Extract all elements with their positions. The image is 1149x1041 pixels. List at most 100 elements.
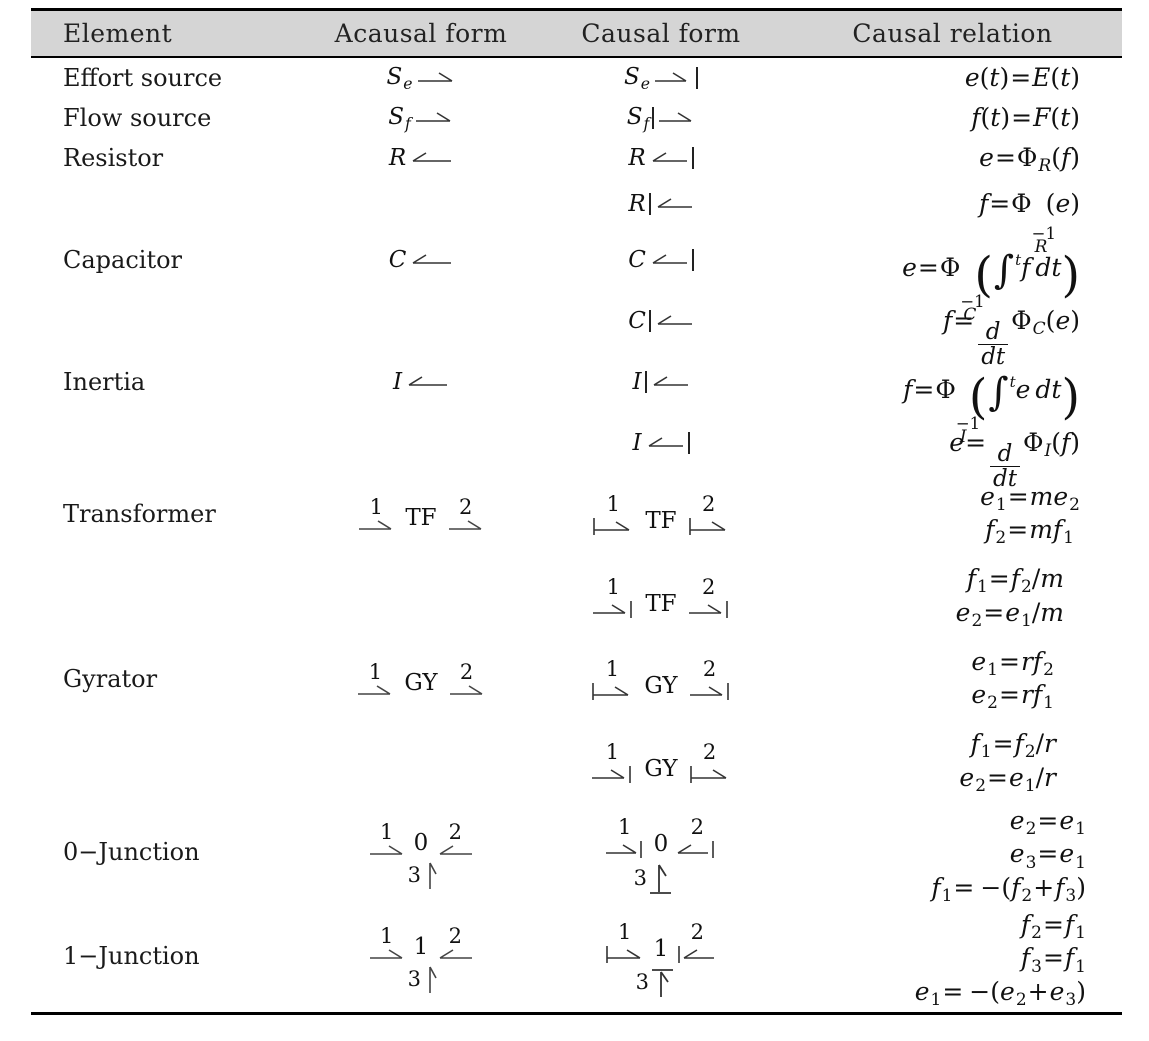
causal-form-cell: 1 TF 2: [539, 474, 783, 556]
bond-glyph-c-causal-f: C: [628, 308, 694, 334]
bond-glyph-gy-causal-2: 1 GY 2: [590, 739, 731, 784]
port-2: 2: [676, 817, 718, 859]
relation-line: e1= −(e2+e3): [914, 976, 1086, 1011]
relation-line: f=Φ I −1 (∫te dt): [903, 369, 1080, 447]
causal-form-cell: Se: [539, 58, 783, 98]
row-label: 0−Junction: [63, 838, 200, 866]
causal-form-cell: 1 0 2 3: [539, 804, 783, 908]
table-header-row: Element Acausal form Causal form Causal …: [31, 11, 1122, 56]
port-number: 1: [617, 920, 632, 944]
row-label: Gyrator: [63, 665, 158, 693]
left-harpoon-icon: [657, 198, 692, 208]
row-label-empty: [31, 556, 303, 639]
bar-right-harpoon-icon: [592, 683, 629, 700]
relation-line: e2=e1/r: [959, 762, 1056, 796]
port-1: 1: [590, 741, 634, 784]
bond-glyph-c-acausal: C: [389, 247, 454, 273]
port-2: 2: [447, 497, 485, 533]
port-number: 1: [369, 495, 384, 519]
port-number: 2: [448, 924, 462, 948]
row-label: Inertia: [63, 368, 146, 396]
port-1: 1: [368, 926, 406, 962]
port-number: 2: [701, 492, 716, 516]
row-label-empty: [31, 721, 303, 804]
table-row: Gyrator 1 GY 2 1 GY 2 e1=rf2 e2=rf1: [31, 639, 1122, 721]
element-name: 1: [413, 934, 429, 960]
acausal-form-cell-empty: [303, 178, 539, 230]
row-label: Flow source: [63, 104, 212, 132]
port-number: 1: [379, 924, 394, 948]
up-harpoon-bar-bottom-icon: [650, 864, 672, 894]
row-label: Capacitor: [63, 246, 183, 274]
causal-form-cell: Sf: [539, 98, 783, 138]
right-harpoon-icon: [448, 520, 482, 530]
element-name: GY: [404, 670, 438, 696]
port-number: 3: [407, 862, 422, 887]
port-2: 2: [436, 822, 474, 858]
port-number: 2: [690, 815, 704, 839]
causal-relation-cell: e2=e1 e3=e1 f1= −(f2+f3): [783, 804, 1122, 908]
causal-relation-cell: f2=f1 f3=f1 e1= −(e2+e3): [783, 908, 1122, 1012]
causal-stroke: [691, 147, 694, 169]
port-number: 2: [702, 739, 717, 764]
element-name: 0: [413, 830, 429, 856]
causal-stroke: [648, 193, 651, 215]
causal-stroke: [691, 249, 694, 271]
port-number: 1: [368, 660, 383, 684]
bond-glyph-r-causal-f: R: [628, 191, 693, 217]
left-harpoon-icon: [652, 152, 687, 162]
acausal-form-cell: 1 GY 2: [303, 639, 539, 721]
causal-stroke: [696, 67, 698, 89]
right-harpoon-bar-icon: [688, 600, 728, 618]
causal-form-cell: 1 TF 2: [539, 556, 783, 639]
port-2: 2: [448, 662, 486, 698]
bond-glyph-tf-acausal: 1 TF 2: [357, 497, 484, 533]
table-row: Inertia I I f=Φ I −1 (∫te dt): [31, 352, 1122, 447]
relation-line: f1=f2/m: [966, 564, 1064, 598]
element-name: 0: [653, 831, 669, 857]
bond-glyph-sf-acausal: Sf: [388, 104, 454, 133]
port-1: 1: [356, 662, 394, 698]
element-name: GY: [644, 673, 678, 699]
table-body: Effort source Se Se e(t)=E(t) Flow sourc…: [31, 58, 1122, 1012]
table-row: Flow source Sf Sf f(t)=F(t): [31, 98, 1122, 138]
port-2: 2: [676, 922, 718, 964]
up-harpoon-bar-top-icon: [652, 969, 674, 997]
port-number: 1: [617, 815, 632, 839]
relation-line: f1= −(f2+f3): [931, 872, 1086, 907]
left-harpoon-icon: [412, 254, 452, 264]
port-number: 2: [690, 920, 704, 944]
relation-line: f1=f2/r: [970, 729, 1056, 763]
column-header-causal-form: Causal form: [581, 19, 741, 48]
left-harpoon-icon: [412, 152, 452, 162]
relation-line: e2=rf1: [971, 680, 1054, 714]
port-1: 1: [368, 822, 406, 858]
bond-glyph-tf-causal-1: 1 TF 2: [591, 494, 730, 536]
left-harpoon-icon: [648, 437, 683, 447]
bond-glyph-r-causal-e: R: [628, 145, 694, 171]
table-row: R f=Φ R −1 (e): [31, 178, 1122, 257]
acausal-form-cell: 1 0 2 3: [303, 804, 539, 908]
table-row: Resistor R R e=ΦR(f): [31, 138, 1122, 178]
port-number: 3: [407, 966, 422, 991]
right-harpoon-icon: [415, 112, 451, 122]
bond-glyph-1junction-acausal: 1 1 2 3: [368, 926, 475, 994]
relation-line: e1=rf2: [971, 646, 1054, 680]
port-number: 3: [635, 969, 650, 994]
causal-form-cell: 1 1 2 3: [539, 908, 783, 1012]
port-number: 2: [459, 660, 474, 684]
bond-glyph-gy-acausal: 1 GY 2: [356, 662, 485, 698]
port-number: 1: [379, 820, 394, 844]
left-harpoon-icon: [653, 376, 688, 386]
right-harpoon-bar-icon: [593, 600, 633, 618]
relation-line: f=Φ R −1 (e): [978, 189, 1080, 257]
table-row: 1 TF 2 f1=f2/m e2=e1/m: [31, 556, 1122, 639]
port-number: 2: [701, 574, 716, 599]
relation-line: e2=e1: [1009, 805, 1086, 840]
bond-glyph-gy-causal-1: 1 GY 2: [590, 659, 731, 701]
port-2: 2: [687, 494, 731, 536]
right-harpoon-bar-icon: [592, 765, 632, 783]
bond-graph-elements-table: Element Acausal form Causal form Causal …: [31, 8, 1122, 1015]
port-number: 1: [605, 657, 620, 681]
causal-relation-cell: f=Φ I −1 (∫te dt): [783, 352, 1122, 447]
